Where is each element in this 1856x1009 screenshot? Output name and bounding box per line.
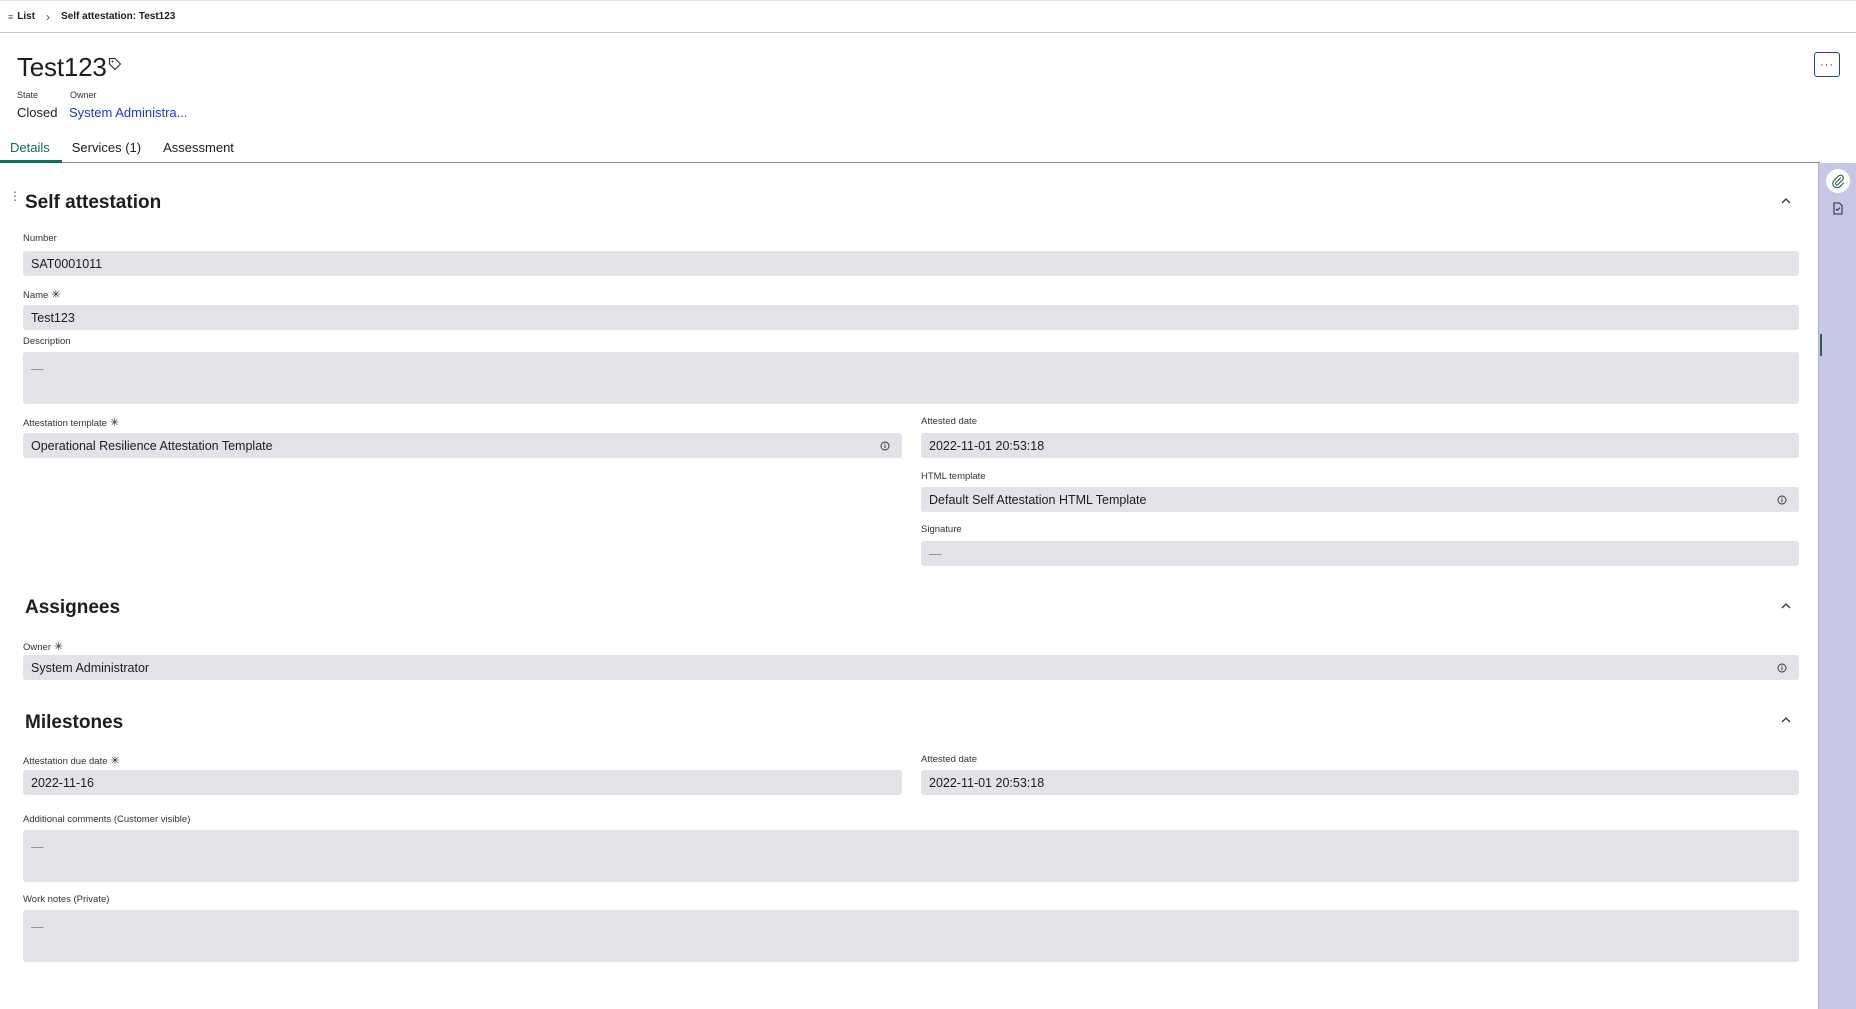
work-notes-value: —: [31, 920, 44, 934]
tag-icon[interactable]: [108, 57, 122, 71]
chevron-right-icon: ›: [46, 9, 51, 24]
work-notes-field[interactable]: —: [23, 910, 1799, 962]
chevron-up-icon[interactable]: [1779, 713, 1793, 727]
number-label: Number: [23, 233, 57, 244]
attestation-template-value: Operational Resilience Attestation Templ…: [31, 438, 273, 453]
html-template-label: HTML template: [921, 471, 986, 482]
required-icon: ✳: [53, 641, 64, 653]
additional-comments-field[interactable]: —: [23, 830, 1799, 882]
attestation-template-label-text: Attestation template: [23, 418, 107, 429]
drag-handle-icon[interactable]: ⋮: [9, 190, 21, 202]
assignee-owner-label-text: Owner: [23, 642, 51, 653]
additional-comments-value: —: [31, 840, 44, 854]
signature-label: Signature: [921, 524, 962, 535]
description-field[interactable]: —: [23, 352, 1799, 404]
name-label-text: Name: [23, 290, 49, 301]
milestone-attested-date-value: 2022-11-01 20:53:18: [929, 775, 1045, 790]
rail-active-indicator: [1820, 334, 1822, 356]
state-value: Closed: [17, 105, 58, 120]
number-value: SAT0001011: [31, 256, 103, 271]
milestone-attested-date-label: Attested date: [921, 754, 977, 765]
attestation-template-label: Attestation template ✳: [23, 416, 119, 429]
list-icon: ≡: [8, 11, 14, 22]
milestone-attested-date-field[interactable]: 2022-11-01 20:53:18: [921, 770, 1799, 795]
required-icon: ✳: [51, 289, 61, 301]
due-date-label-text: Attestation due date: [23, 756, 108, 767]
tab-assessment[interactable]: Assessment: [153, 136, 246, 163]
due-date-label: Attestation due date ✳: [23, 754, 120, 767]
document-icon: [1833, 201, 1843, 215]
owner-link[interactable]: System Administra...: [69, 105, 187, 120]
name-field[interactable]: Test123: [23, 305, 1799, 330]
attested-date-field[interactable]: 2022-11-01 20:53:18: [921, 433, 1799, 458]
additional-comments-label: Additional comments (Customer visible): [23, 814, 191, 825]
due-date-value: 2022-11-16: [31, 775, 95, 790]
breadcrumb-list-link[interactable]: ≡ List: [8, 11, 35, 22]
owner-label: Owner: [70, 90, 97, 100]
assignee-owner-label: Owner ✳: [23, 640, 63, 653]
record-tabs: Details Services (1) Assessment: [0, 136, 1820, 163]
name-label: Name ✳: [23, 288, 61, 301]
paperclip-icon: [1832, 174, 1845, 188]
breadcrumb-current: Self attestation: Test123: [61, 11, 176, 22]
due-date-field[interactable]: 2022-11-16: [23, 770, 902, 795]
more-actions-button[interactable]: ···: [1814, 52, 1840, 77]
signature-value: —: [929, 546, 942, 561]
html-template-field[interactable]: Default Self Attestation HTML Template: [921, 487, 1799, 512]
html-template-value: Default Self Attestation HTML Template: [929, 492, 1147, 507]
state-label: State: [17, 90, 39, 100]
required-icon: ✳: [110, 755, 120, 767]
info-icon[interactable]: [880, 441, 890, 451]
chevron-up-icon[interactable]: [1779, 194, 1793, 208]
attested-date-value: 2022-11-01 20:53:18: [929, 438, 1045, 453]
attestation-template-field[interactable]: Operational Resilience Attestation Templ…: [23, 433, 902, 458]
name-value: Test123: [31, 310, 75, 325]
section-title-self-attestation: Self attestation: [25, 192, 162, 213]
work-notes-label: Work notes (Private): [23, 894, 110, 905]
document-button[interactable]: [1826, 196, 1850, 220]
breadcrumb-list-label: List: [17, 11, 36, 22]
tab-details[interactable]: Details: [0, 136, 62, 163]
attachments-button[interactable]: [1826, 169, 1850, 193]
assignee-owner-value: System Administrator: [31, 660, 150, 675]
breadcrumb: ≡ List › Self attestation: Test123: [0, 0, 1856, 33]
signature-field[interactable]: —: [921, 541, 1799, 566]
info-icon[interactable]: [1777, 663, 1787, 673]
assignee-owner-field[interactable]: System Administrator: [23, 655, 1799, 680]
description-value: —: [31, 362, 44, 376]
page-title: Test123: [17, 52, 107, 82]
info-icon[interactable]: [1777, 495, 1787, 505]
section-title-milestones: Milestones: [25, 712, 124, 733]
number-field[interactable]: SAT0001011: [23, 251, 1799, 276]
section-title-assignees: Assignees: [25, 597, 121, 618]
description-label: Description: [23, 336, 71, 347]
tab-services[interactable]: Services (1): [62, 136, 153, 163]
attested-date-label: Attested date: [921, 416, 977, 427]
chevron-up-icon[interactable]: [1779, 599, 1793, 613]
contextual-side-panel-rail: [1818, 163, 1856, 1009]
required-icon: ✳: [109, 417, 120, 429]
